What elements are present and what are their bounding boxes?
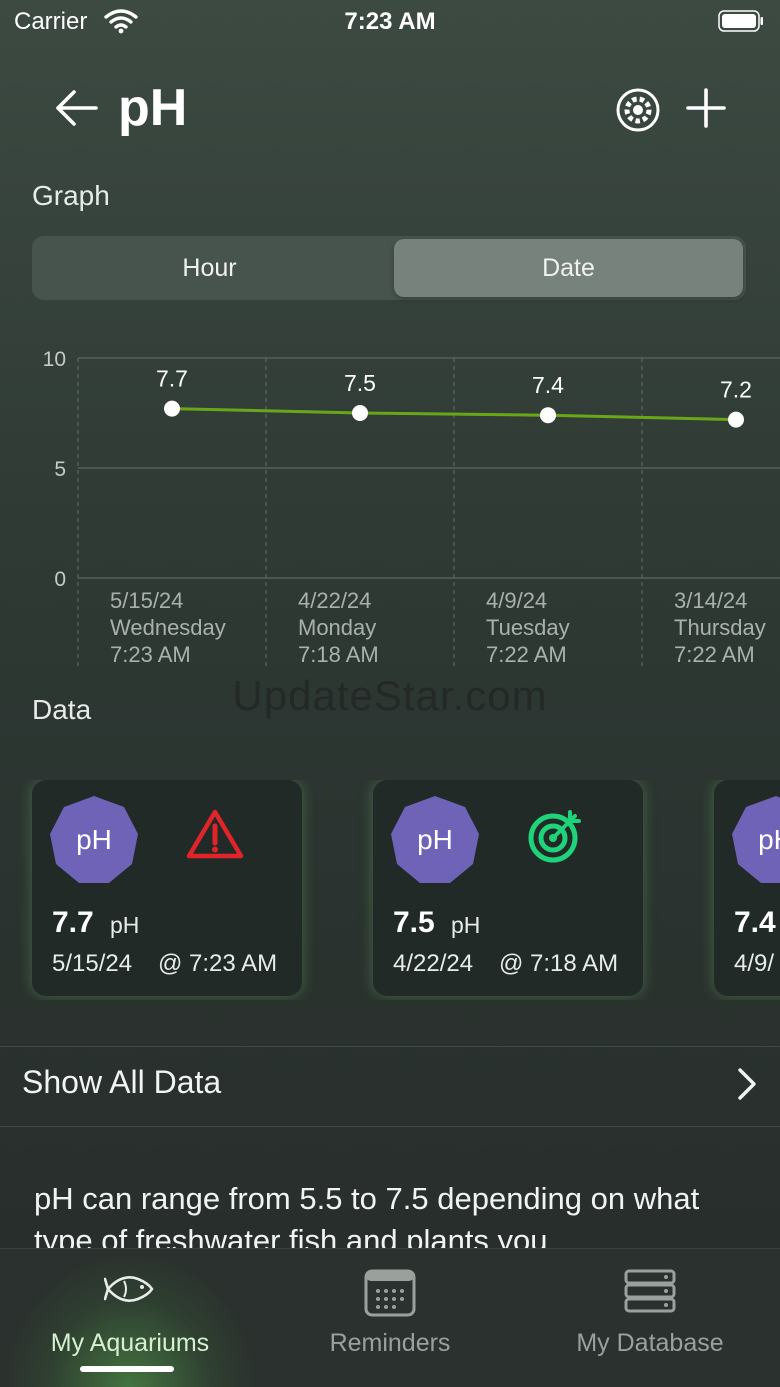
battery-icon [718,10,764,39]
data-card[interactable]: pH 7.7 pH 5/15/24 @ 7:23 AM [32,780,302,996]
x-tick-label: Thursday [674,615,766,640]
data-point [164,400,180,417]
segment-hour[interactable]: Hour [35,239,384,297]
tab-label: My Aquariums [50,1329,210,1357]
card-date: 4/9/ [734,950,775,977]
plus-icon[interactable] [684,86,728,135]
active-tab-indicator [80,1366,174,1372]
data-label: 7.5 [344,370,376,396]
target-icon [527,808,585,869]
badge-label: pH [417,824,453,855]
status-bar: Carrier 7:23 AM [0,0,780,44]
show-all-data-label: Show All Data [22,1064,222,1100]
card-unit: pH [451,912,481,938]
data-label: 7.4 [532,372,564,398]
card-date: 5/15/24 [52,950,133,977]
data-point [352,405,368,421]
data-card[interactable]: pH 7.4 4/9/ [714,780,780,996]
tab-label: Reminders [329,1329,451,1357]
tab-label: My Database [576,1329,724,1357]
page-title: pH [118,79,188,137]
x-tick-label: 3/14/24 [674,588,747,613]
x-tick-label: 7:22 AM [486,642,567,667]
x-tick-label: 7:22 AM [674,642,755,667]
graph-section-label: Graph [32,180,110,211]
x-tick-label: 5/15/24 [110,588,183,613]
card-value: 7.7 [52,906,94,939]
y-tick-label: 0 [54,568,66,591]
tab-reminders[interactable]: Reminders [260,1249,520,1387]
database-icon [624,1269,676,1318]
x-tick-label: 4/22/24 [298,588,371,613]
tab-my-database[interactable]: My Database [520,1249,780,1387]
card-time: @ 7:18 AM [499,950,619,977]
watermark: UpdateStar.com [232,672,548,719]
data-label: 7.7 [156,366,188,392]
data-label: 7.2 [720,377,752,403]
data-point [540,407,556,424]
show-all-data-row[interactable]: Show All Data [0,1048,780,1126]
x-tick-label: Wednesday [110,615,226,640]
nav-bar: pH [0,70,780,150]
tab-my-aquariums[interactable]: My Aquariums [0,1249,260,1387]
back-arrow-icon[interactable] [54,88,98,133]
segment-date[interactable]: Date [394,239,743,297]
card-value: 7.5 [393,906,435,939]
card-value: 7.4 [734,906,776,939]
y-tick-label: 5 [54,458,66,481]
chevron-right-icon [736,1066,758,1107]
graph-mode-segmented-control: Hour Date [32,236,746,300]
calendar-icon [364,1269,416,1322]
divider [0,1126,780,1127]
ph-description: pH can range from 5.5 to 7.5 depending o… [34,1181,700,1248]
badge-label: pH [758,824,780,855]
data-section-label: Data [32,694,92,725]
x-tick-label: 7:23 AM [110,642,191,667]
y-tick-label: 10 [43,348,66,371]
gear-icon[interactable] [614,86,662,139]
ph-line-chart: 10 5 0 7.7 7.5 7.4 7.2 5/15/24Wednesday7:23 AM 4… [43,348,780,670]
card-unit: pH [110,912,140,938]
x-tick-label: 7:18 AM [298,642,379,667]
badge-label: pH [76,824,112,855]
fish-icon [103,1269,156,1314]
data-point [728,411,744,428]
data-card[interactable]: pH 7.5 pH 4/22/24 @ 7:18 AM [373,780,643,996]
data-cards-carousel[interactable]: pH 7.7 pH 5/15/24 @ 7:23 AM pH 7.5 pH 4/… [0,780,780,1000]
warning-icon [186,808,244,865]
status-time: 7:23 AM [344,8,436,35]
card-time: @ 7:23 AM [158,950,278,977]
x-tick-label: Monday [298,615,376,640]
x-tick-label: Tuesday [486,615,570,640]
x-tick-label: 4/9/24 [486,588,547,613]
card-date: 4/22/24 [393,950,474,977]
tab-bar: My Aquariums Reminders My Database [0,1248,780,1387]
divider [0,1046,780,1047]
